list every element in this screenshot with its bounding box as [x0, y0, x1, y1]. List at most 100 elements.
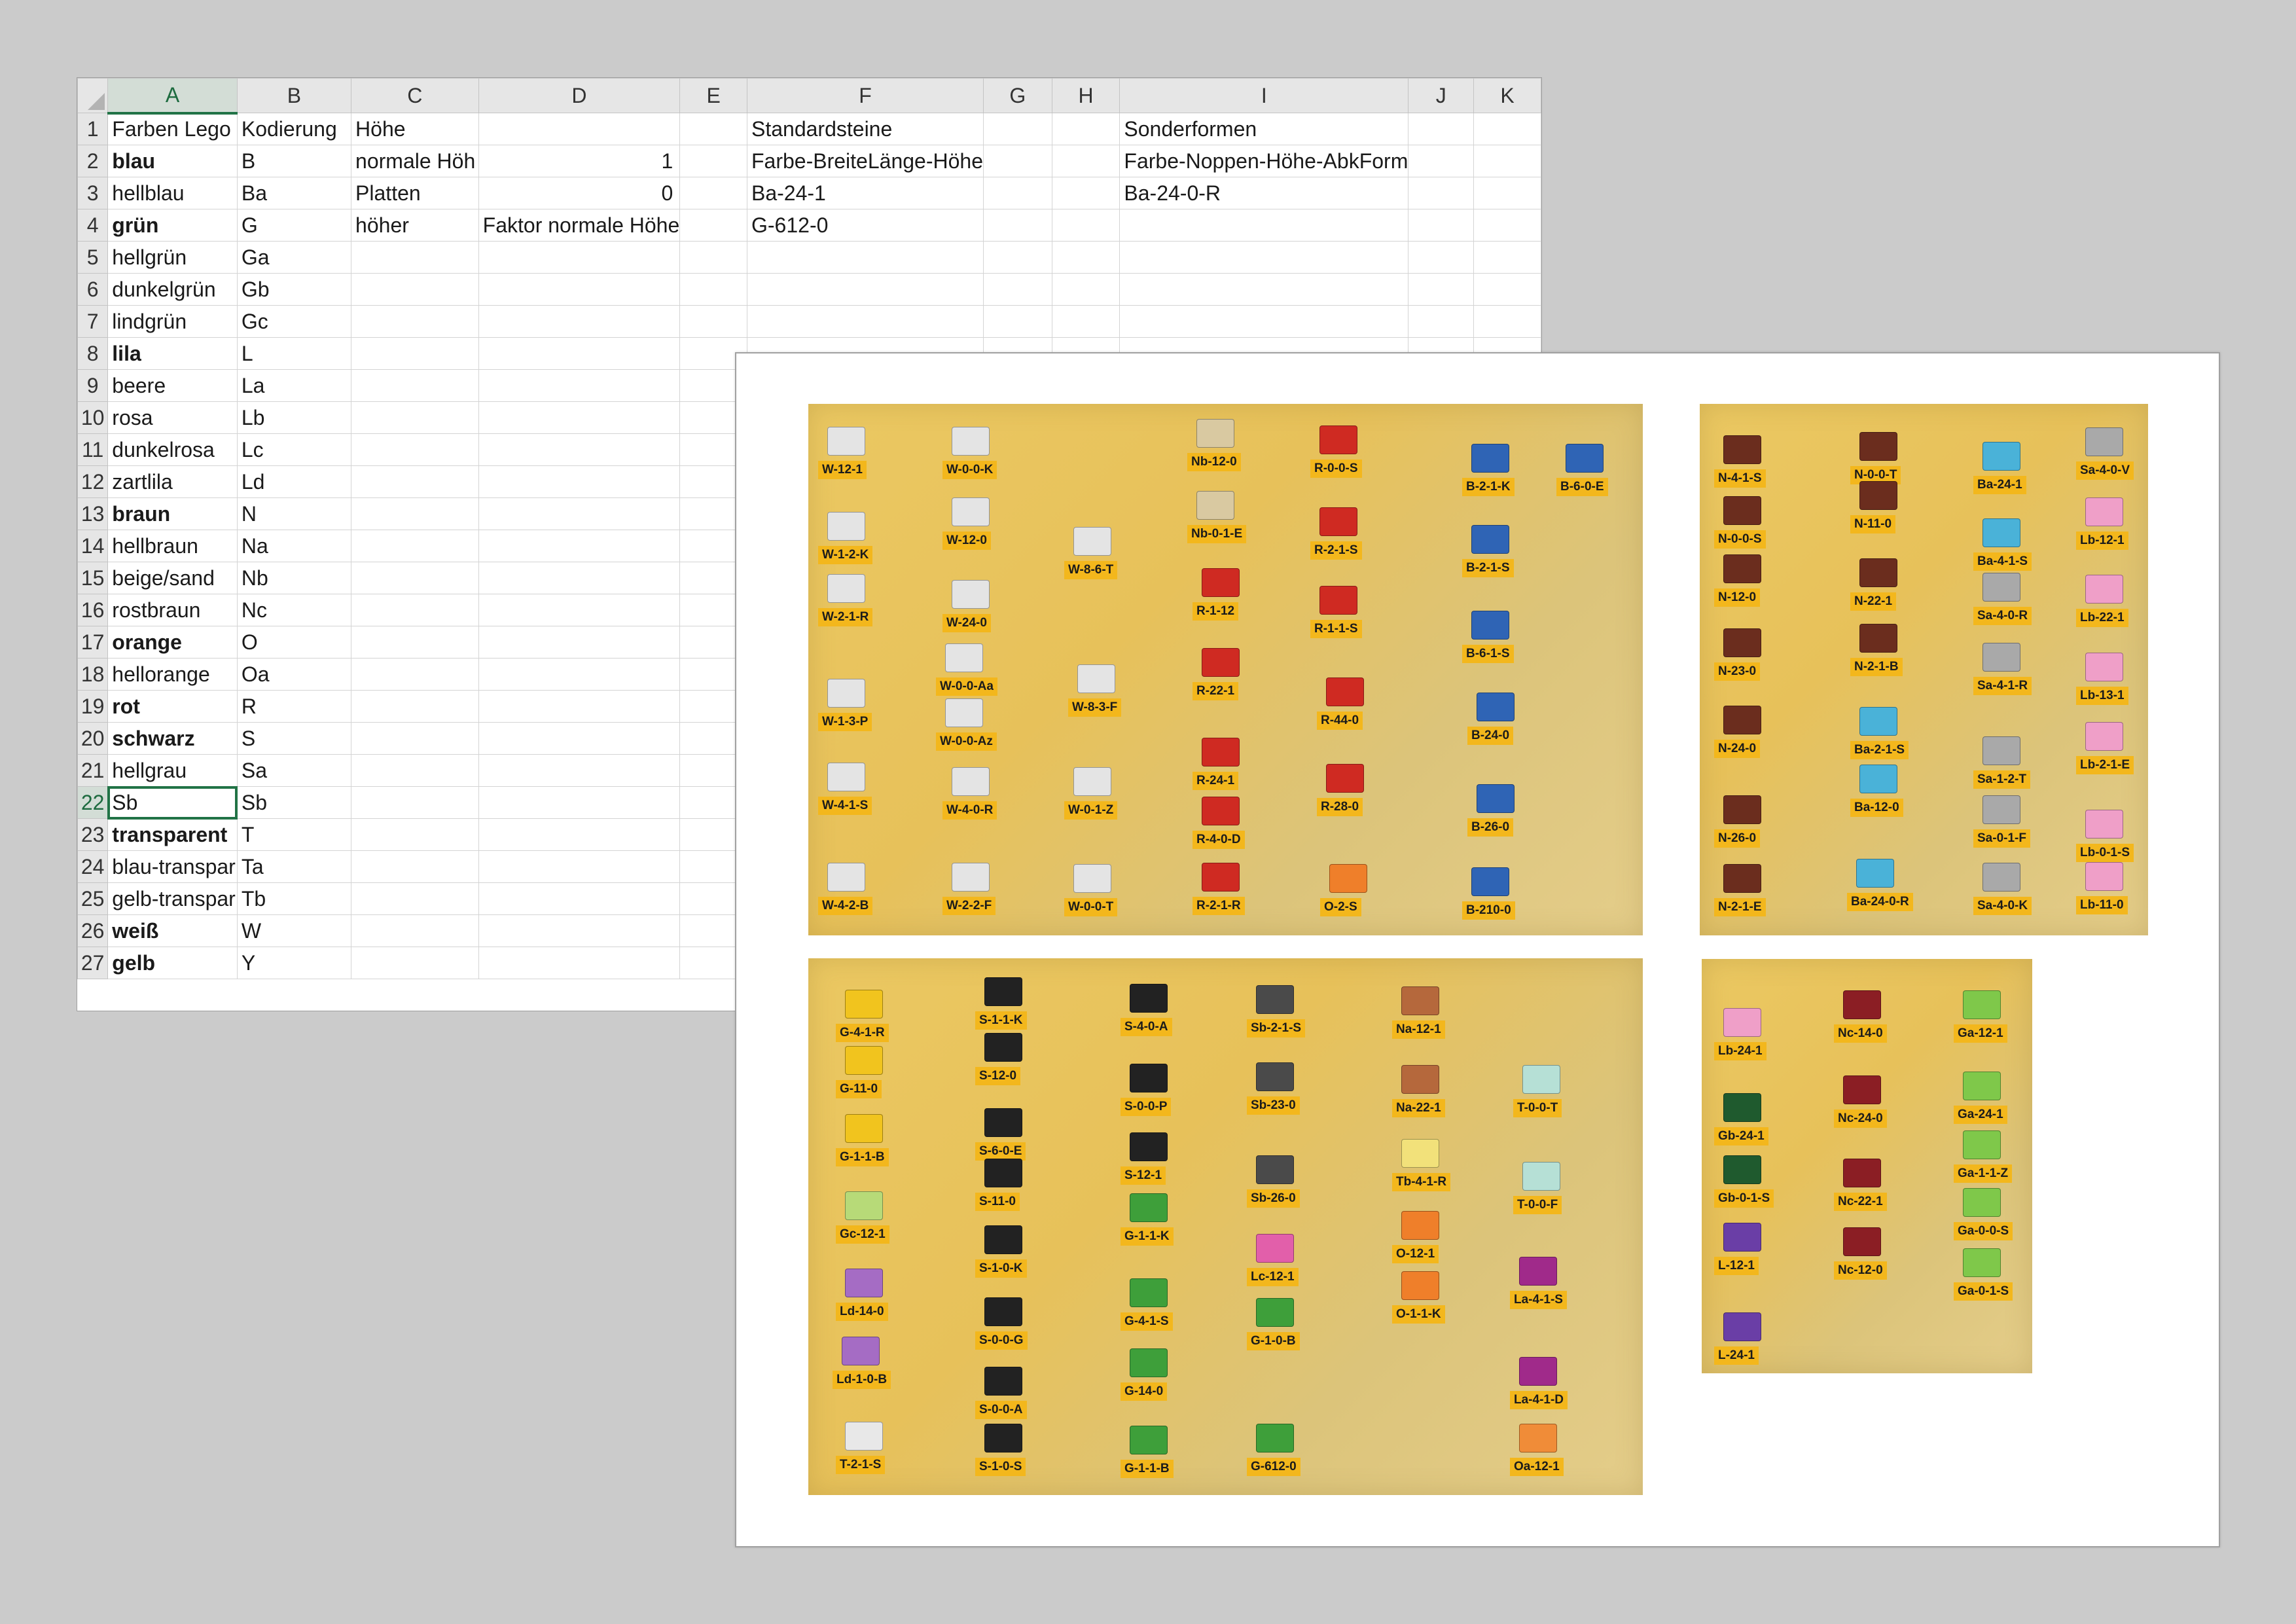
cell-a10[interactable]: rosa [107, 401, 238, 434]
cell-a22[interactable]: Sb [107, 785, 238, 820]
cell-g4[interactable] [982, 209, 1052, 242]
cell-a13[interactable]: braun [107, 497, 238, 530]
cell-g5[interactable] [982, 241, 1052, 274]
cell-i4[interactable] [1119, 209, 1409, 242]
select-all-corner[interactable] [77, 78, 109, 113]
cell-c12[interactable] [351, 465, 479, 498]
cell-g1[interactable] [982, 113, 1052, 145]
row-header[interactable]: 5 [77, 241, 109, 274]
row-header[interactable]: 22 [77, 786, 109, 819]
cell-d19[interactable] [478, 690, 681, 723]
row-header[interactable]: 18 [77, 658, 109, 691]
cell-c2[interactable]: normale Höh [351, 145, 479, 177]
row-header[interactable]: 16 [77, 594, 109, 626]
cell-a19[interactable]: rot [107, 690, 238, 723]
column-header-g[interactable]: G [982, 78, 1052, 113]
cell-b19[interactable]: R [236, 690, 352, 723]
cell-h2[interactable] [1051, 145, 1121, 177]
cell-e5[interactable] [679, 241, 747, 274]
row-header[interactable]: 1 [77, 113, 109, 145]
row-header[interactable]: 2 [77, 145, 109, 177]
row-header[interactable]: 9 [77, 369, 109, 402]
cell-h1[interactable] [1051, 113, 1121, 145]
cell-d9[interactable] [478, 369, 681, 402]
cell-b10[interactable]: Lb [236, 401, 352, 434]
cell-k7[interactable] [1473, 305, 1541, 338]
cell-h3[interactable] [1051, 177, 1121, 209]
row-header[interactable]: 25 [77, 882, 109, 915]
cell-k4[interactable] [1473, 209, 1541, 242]
cell-b2[interactable]: B [236, 145, 352, 177]
column-header-k[interactable]: K [1473, 78, 1541, 113]
cell-i5[interactable] [1119, 241, 1409, 274]
column-header-i[interactable]: I [1119, 78, 1409, 113]
cell-k3[interactable] [1473, 177, 1541, 209]
cell-b23[interactable]: T [236, 818, 352, 851]
column-header-c[interactable]: C [351, 78, 479, 113]
cell-a7[interactable]: lindgrün [107, 305, 238, 338]
cell-c26[interactable] [351, 914, 479, 947]
cell-k5[interactable] [1473, 241, 1541, 274]
cell-b24[interactable]: Ta [236, 850, 352, 883]
column-header-e[interactable]: E [679, 78, 747, 113]
cell-f1[interactable]: Standardsteine [747, 113, 984, 145]
cell-d21[interactable] [478, 754, 681, 787]
row-header[interactable]: 15 [77, 562, 109, 594]
cell-a17[interactable]: orange [107, 626, 238, 659]
cell-h7[interactable] [1051, 305, 1121, 338]
cell-c11[interactable] [351, 433, 479, 466]
cell-b3[interactable]: Ba [236, 177, 352, 209]
cell-a24[interactable]: blau-transpar [107, 850, 238, 883]
cell-j1[interactable] [1408, 113, 1475, 145]
cell-b9[interactable]: La [236, 369, 352, 402]
cell-e6[interactable] [679, 273, 747, 306]
cell-j6[interactable] [1408, 273, 1475, 306]
cell-a23[interactable]: transparent [107, 818, 238, 851]
cell-k2[interactable] [1473, 145, 1541, 177]
cell-j5[interactable] [1408, 241, 1475, 274]
cell-d20[interactable] [478, 722, 681, 755]
cell-d22[interactable] [478, 786, 681, 819]
cell-c6[interactable] [351, 273, 479, 306]
cell-d7[interactable] [478, 305, 681, 338]
cell-c20[interactable] [351, 722, 479, 755]
row-header[interactable]: 27 [77, 947, 109, 979]
cell-a26[interactable]: weiß [107, 914, 238, 947]
row-header[interactable]: 24 [77, 850, 109, 883]
cell-b21[interactable]: Sa [236, 754, 352, 787]
cell-c15[interactable] [351, 562, 479, 594]
cell-b25[interactable]: Tb [236, 882, 352, 915]
cell-b22[interactable]: Sb [236, 786, 352, 819]
cell-d4[interactable]: Faktor normale Höhe [478, 209, 681, 242]
cell-b26[interactable]: W [236, 914, 352, 947]
cell-b4[interactable]: G [236, 209, 352, 242]
column-header-a[interactable]: A [107, 78, 238, 115]
cell-c23[interactable] [351, 818, 479, 851]
cell-d5[interactable] [478, 241, 681, 274]
cell-e7[interactable] [679, 305, 747, 338]
cell-e2[interactable] [679, 145, 747, 177]
cell-d16[interactable] [478, 594, 681, 626]
cell-c16[interactable] [351, 594, 479, 626]
cell-b13[interactable]: N [236, 497, 352, 530]
cell-d15[interactable] [478, 562, 681, 594]
cell-f4[interactable]: G-612-0 [747, 209, 984, 242]
cell-b1[interactable]: Kodierung [236, 113, 352, 145]
cell-d10[interactable] [478, 401, 681, 434]
cell-h6[interactable] [1051, 273, 1121, 306]
cell-d17[interactable] [478, 626, 681, 659]
cell-d13[interactable] [478, 497, 681, 530]
cell-a25[interactable]: gelb-transpar [107, 882, 238, 915]
row-header[interactable]: 3 [77, 177, 109, 209]
cell-b18[interactable]: Oa [236, 658, 352, 691]
column-header-d[interactable]: D [478, 78, 681, 113]
cell-c7[interactable] [351, 305, 479, 338]
cell-j2[interactable] [1408, 145, 1475, 177]
cell-b20[interactable]: S [236, 722, 352, 755]
cell-e1[interactable] [679, 113, 747, 145]
cell-a8[interactable]: lila [107, 337, 238, 370]
cell-d11[interactable] [478, 433, 681, 466]
cell-b16[interactable]: Nc [236, 594, 352, 626]
cell-f5[interactable] [747, 241, 984, 274]
cell-a5[interactable]: hellgrün [107, 241, 238, 274]
